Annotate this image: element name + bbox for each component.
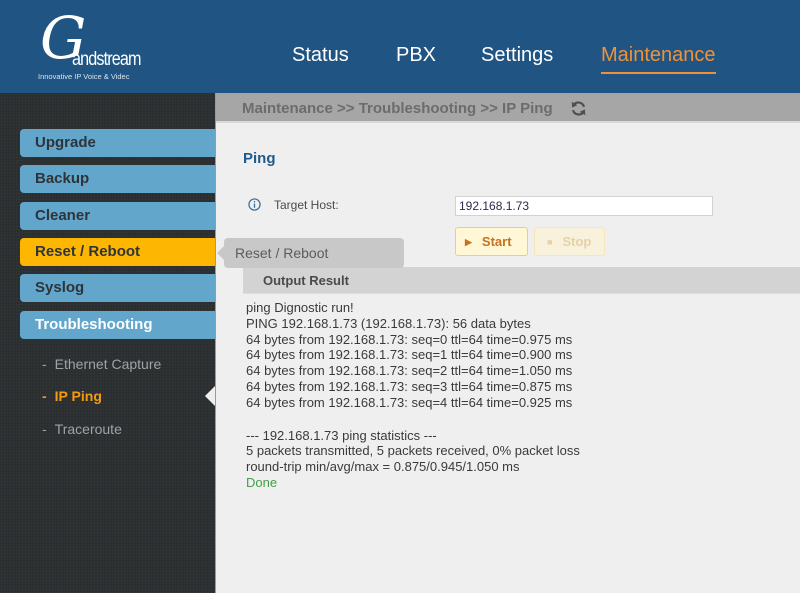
subitem-ethernet-capture[interactable]: - Ethernet Capture [42, 356, 161, 372]
tooltip-reset-reboot: Reset / Reboot [217, 238, 404, 268]
info-icon[interactable] [248, 198, 261, 211]
stop-button[interactable]: ■ Stop [534, 227, 605, 256]
sidebar-item-syslog[interactable]: Syslog [20, 274, 215, 302]
sidebar-item-upgrade[interactable]: Upgrade [20, 129, 215, 157]
output-log: ping Dignostic run! PING 192.168.1.73 (19… [246, 300, 580, 491]
stop-label: Stop [562, 234, 592, 249]
output-line: 64 bytes from 192.168.1.73: seq=0 ttl=64… [246, 331, 573, 347]
output-line: round-trip min/avg/max = 0.875/0.945/1.0… [246, 459, 520, 475]
output-line: ping Dignostic run! [246, 300, 354, 315]
start-label: Start [481, 234, 512, 249]
subitem-ip-ping[interactable]: - IP Ping [42, 388, 102, 404]
grandstream-logo[interactable]: G andstream Innovative IP Voice & Videc [36, 8, 146, 85]
nav-pbx[interactable]: PBX [396, 44, 436, 67]
play-icon: ▶ [465, 237, 472, 247]
sidebar-item-reset-reboot[interactable]: Reset / Reboot [20, 238, 215, 266]
subitem-traceroute[interactable]: - Traceroute [42, 421, 122, 437]
subitem-label: IP Ping [54, 388, 102, 404]
nav-maintenance[interactable]: Maintenance [601, 44, 716, 74]
output-line: 5 packets transmitted, 5 packets receive… [246, 443, 580, 459]
sidebar-item-cleaner[interactable]: Cleaner [20, 202, 215, 230]
header: G andstream Innovative IP Voice & Videc … [0, 0, 800, 93]
sidebar-item-troubleshooting[interactable]: Troubleshooting [20, 311, 215, 339]
dash: - [42, 356, 47, 372]
output-line: --- 192.168.1.73 ping statistics --- [246, 427, 437, 443]
output-line: 64 bytes from 192.168.1.73: seq=3 ttl=64… [246, 378, 573, 394]
refresh-icon[interactable] [570, 100, 587, 117]
main-content: Maintenance >> Troubleshooting >> IP Pin… [215, 93, 800, 593]
subitem-label: Ethernet Capture [54, 356, 162, 372]
output-line: 64 bytes from 192.168.1.73: seq=1 ttl=64… [246, 347, 573, 363]
sidebar-item-backup[interactable]: Backup [20, 165, 215, 193]
dash: - [42, 388, 47, 404]
logo-name: andstream [72, 49, 142, 70]
target-host-label: Target Host: [274, 198, 339, 212]
nav-status[interactable]: Status [292, 44, 349, 67]
output-result-header: Output Result [243, 267, 800, 294]
breadcrumb: Maintenance >> Troubleshooting >> IP Pin… [242, 100, 553, 117]
nav-settings[interactable]: Settings [481, 44, 553, 67]
active-indicator-caret [205, 386, 215, 406]
output-line: 64 bytes from 192.168.1.73: seq=4 ttl=64… [246, 394, 573, 410]
target-host-input[interactable] [455, 196, 713, 216]
section-title: Ping [243, 150, 276, 167]
output-title: Output Result [263, 273, 349, 288]
logo-tagline: Innovative IP Voice & Videc [38, 72, 130, 81]
sidebar: Upgrade Backup Cleaner Reset / Reboot Sy… [0, 93, 215, 593]
breadcrumb-bar: Maintenance >> Troubleshooting >> IP Pin… [216, 93, 800, 123]
dash: - [42, 421, 47, 437]
done-status: Done [246, 474, 278, 490]
stop-icon: ■ [547, 237, 553, 247]
subitem-label: Traceroute [54, 421, 122, 437]
output-line: PING 192.168.1.73 (192.168.1.73): 56 dat… [246, 315, 531, 331]
output-line: 64 bytes from 192.168.1.73: seq=2 ttl=64… [246, 363, 573, 379]
start-button[interactable]: ▶ Start [455, 227, 528, 256]
